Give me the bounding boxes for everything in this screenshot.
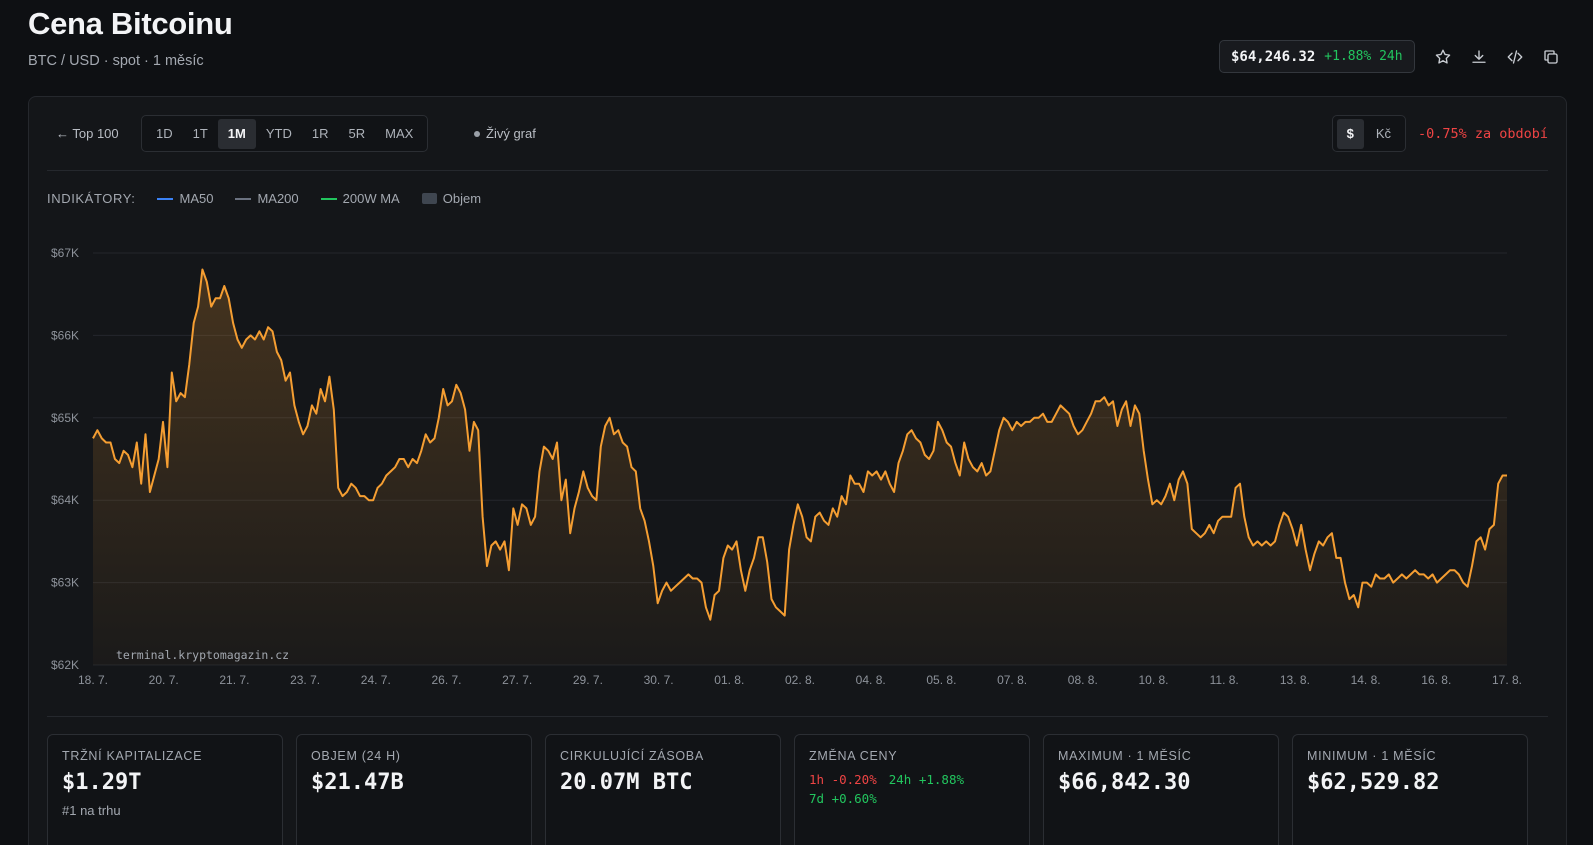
x-tick-label: 20. 7.: [149, 673, 179, 687]
live-chart-toggle[interactable]: Živý graf: [474, 126, 536, 141]
page-subtitle: BTC / USD · spot · 1 měsíc: [28, 53, 204, 69]
range-button-1t[interactable]: 1T: [183, 119, 218, 149]
currency-selector: $ Kč: [1331, 115, 1406, 152]
x-tick-label: 07. 8.: [997, 673, 1027, 687]
currency-button-usd[interactable]: $: [1336, 118, 1364, 149]
indicator-label: MA200: [257, 191, 299, 206]
stat-label: CIRKULUJÍCÍ ZÁSOBA: [560, 749, 704, 763]
star-icon[interactable]: [1430, 44, 1456, 70]
toolbar-divider: [47, 170, 1548, 171]
indicator-swatch: [157, 197, 174, 200]
x-tick-label: 29. 7.: [573, 673, 603, 687]
stat-value: 20.07M BTC: [560, 770, 693, 795]
range-button-1m[interactable]: 1M: [217, 118, 256, 149]
x-tick-label: 21. 7.: [219, 673, 249, 687]
x-tick-label: 24. 7.: [361, 673, 391, 687]
price-area-fill: [93, 269, 1507, 665]
y-tick-label: $67K: [51, 246, 79, 260]
change-h1: 1h -0.20%: [809, 772, 877, 787]
stat-label: MINIMUM · 1 MĚSÍC: [1307, 749, 1437, 763]
chart-toolbar: ← Top 100 1D 1T 1M YTD 1R 5R MAX Živý graf $ Kč…: [47, 115, 1548, 153]
range-button-max[interactable]: MAX: [375, 119, 423, 149]
stat-label: TRŽNÍ KAPITALIZACE: [62, 749, 203, 763]
stat-card-zm-na-ceny: ZMĚNA CENY 1h -0.20% 24h +1.88% 7d +0.60%: [794, 734, 1030, 845]
indicator-200w-ma[interactable]: 200W MA: [320, 191, 400, 206]
stat-card-minimum-1-m-s-c: MINIMUM · 1 MĚSÍC $62,529.82: [1292, 734, 1528, 845]
current-price: $64,246.32: [1231, 48, 1316, 65]
change-24h: +1.88% 24h: [1324, 49, 1403, 64]
download-icon[interactable]: [1466, 44, 1492, 70]
page-title: Cena Bitcoinu: [28, 6, 233, 41]
code-icon[interactable]: [1502, 44, 1528, 70]
x-tick-label: 27. 7.: [502, 673, 532, 687]
x-tick-label: 08. 8.: [1068, 673, 1098, 687]
indicator-swatch: [235, 197, 252, 200]
chart-divider: [47, 716, 1548, 717]
indicator-objem[interactable]: Objem: [421, 191, 482, 206]
x-tick-label: 23. 7.: [290, 673, 320, 687]
y-tick-label: $63K: [51, 576, 79, 590]
price-changes: 1h -0.20% 24h +1.88% 7d +0.60%: [809, 770, 1015, 808]
change-h24: 24h +1.88%: [888, 772, 964, 787]
range-button-ytd[interactable]: YTD: [256, 119, 302, 149]
indicator-bar: INDIKÁTORY: MA50 MA200 200W MA Objem: [47, 191, 481, 206]
stat-card-tr-n-kapitalizace: TRŽNÍ KAPITALIZACE $1.29T #1 na trhu: [47, 734, 283, 845]
period-change: -0.75% za období: [1417, 126, 1548, 142]
range-button-5r[interactable]: 5R: [338, 119, 375, 149]
y-tick-label: $66K: [51, 328, 79, 342]
indicators-label: INDIKÁTORY:: [47, 191, 136, 206]
stat-label: ZMĚNA CENY: [809, 749, 898, 763]
y-tick-label: $65K: [51, 411, 79, 425]
x-tick-label: 11. 8.: [1210, 673, 1239, 687]
x-tick-label: 14. 8.: [1351, 673, 1381, 687]
stats-row: TRŽNÍ KAPITALIZACE $1.29T #1 na trhu OBJEM …: [47, 734, 1528, 845]
stat-card-objem-24-h: OBJEM (24 H) $21.47B: [296, 734, 532, 845]
stat-value: $1.29T: [62, 770, 142, 795]
currency-button-czk[interactable]: Kč: [1366, 119, 1401, 149]
y-tick-label: $62K: [51, 658, 79, 672]
chart-watermark: terminal.kryptomagazin.cz: [116, 648, 289, 662]
x-tick-label: 04. 8.: [856, 673, 886, 687]
change-d7: 7d +0.60%: [809, 791, 877, 806]
x-tick-label: 16. 8.: [1421, 673, 1451, 687]
indicator-label: 200W MA: [342, 191, 400, 206]
stat-value: $62,529.82: [1307, 770, 1440, 795]
copy-icon[interactable]: [1538, 44, 1564, 70]
x-tick-label: 26. 7.: [431, 673, 461, 687]
range-button-1r[interactable]: 1R: [302, 119, 339, 149]
stat-card-maximum-1-m-s-c: MAXIMUM · 1 MĚSÍC $66,842.30: [1043, 734, 1279, 845]
stat-value: $66,842.30: [1058, 770, 1191, 795]
x-tick-label: 13. 8.: [1280, 673, 1310, 687]
x-tick-label: 01. 8.: [714, 673, 744, 687]
stat-label: OBJEM (24 H): [311, 749, 401, 763]
x-tick-label: 05. 8.: [926, 673, 956, 687]
x-tick-label: 17. 8.: [1492, 673, 1522, 687]
indicator-label: MA50: [179, 191, 214, 206]
y-tick-label: $64K: [51, 493, 79, 507]
range-selector: 1D 1T 1M YTD 1R 5R MAX: [141, 115, 429, 152]
top-actions: [1430, 44, 1564, 70]
indicator-swatch: [320, 197, 337, 200]
x-tick-label: 10. 8.: [1138, 673, 1168, 687]
stat-label: MAXIMUM · 1 MĚSÍC: [1058, 749, 1192, 763]
stat-value: $21.47B: [311, 770, 404, 795]
indicator-label: Objem: [442, 191, 482, 206]
x-tick-label: 30. 7.: [644, 673, 674, 687]
live-dot-icon: [474, 130, 480, 137]
x-tick-label: 02. 8.: [785, 673, 815, 687]
range-button-1d[interactable]: 1D: [146, 119, 183, 149]
chart-panel: ← Top 100 1D 1T 1M YTD 1R 5R MAX Živý graf $ Kč…: [28, 96, 1567, 845]
x-tick-label: 18. 7.: [78, 673, 108, 687]
price-chart[interactable]: $67K $66K $65K $64K $63K $62K18. 7. 20. 7. 21. …: [29, 237, 1566, 692]
price-pill: $64,246.32 +1.88% 24h: [1219, 40, 1415, 73]
indicator-ma50[interactable]: MA50: [157, 191, 213, 206]
stat-card-cirkuluj-c-z-soba: CIRKULUJÍCÍ ZÁSOBA 20.07M BTC: [545, 734, 781, 845]
stat-sub: #1 na trhu: [62, 803, 121, 818]
indicator-swatch: [421, 193, 437, 204]
indicator-ma200[interactable]: MA200: [235, 191, 299, 206]
live-chart-label: Živý graf: [486, 126, 536, 141]
back-to-top100-link[interactable]: ← Top 100: [56, 126, 119, 141]
